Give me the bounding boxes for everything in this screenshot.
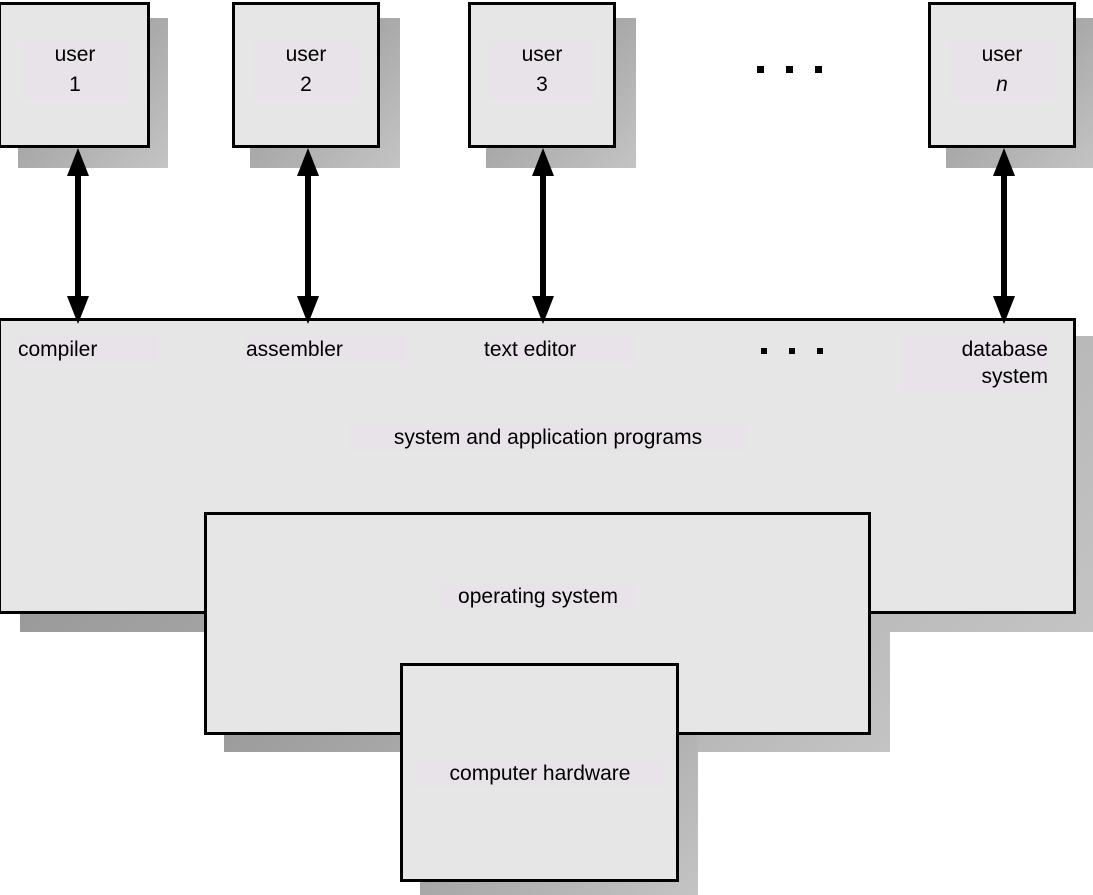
programs-item-text-editor: text editor [484,336,634,363]
programs-layer-label: system and application programs [350,424,746,451]
hardware-layer-label: computer hardware [415,760,665,787]
user-row-ellipsis-icon [757,66,822,73]
user-1-label: user [22,40,128,70]
user-3-label: user [489,40,595,70]
programs-item-database-system: database system [900,336,1048,390]
arrow-user-3 [532,148,554,324]
user-1-index: 1 [22,70,128,100]
user-3-index: 3 [489,70,595,100]
diagram-canvas: user 1 user 2 user 3 user n compiler ass… [0,0,1093,895]
user-n-index: n [949,70,1055,100]
programs-item-compiler: compiler [18,336,158,363]
user-n-label: user [949,40,1055,70]
os-layer-label: operating system [440,583,636,610]
arrow-user-1 [67,148,89,324]
user-2-label: user [253,40,359,70]
arrow-user-n [993,148,1015,324]
user-2-index: 2 [253,70,359,100]
programs-row-ellipsis-icon [761,348,823,354]
arrow-user-2 [297,148,319,324]
programs-item-assembler: assembler [246,336,406,363]
